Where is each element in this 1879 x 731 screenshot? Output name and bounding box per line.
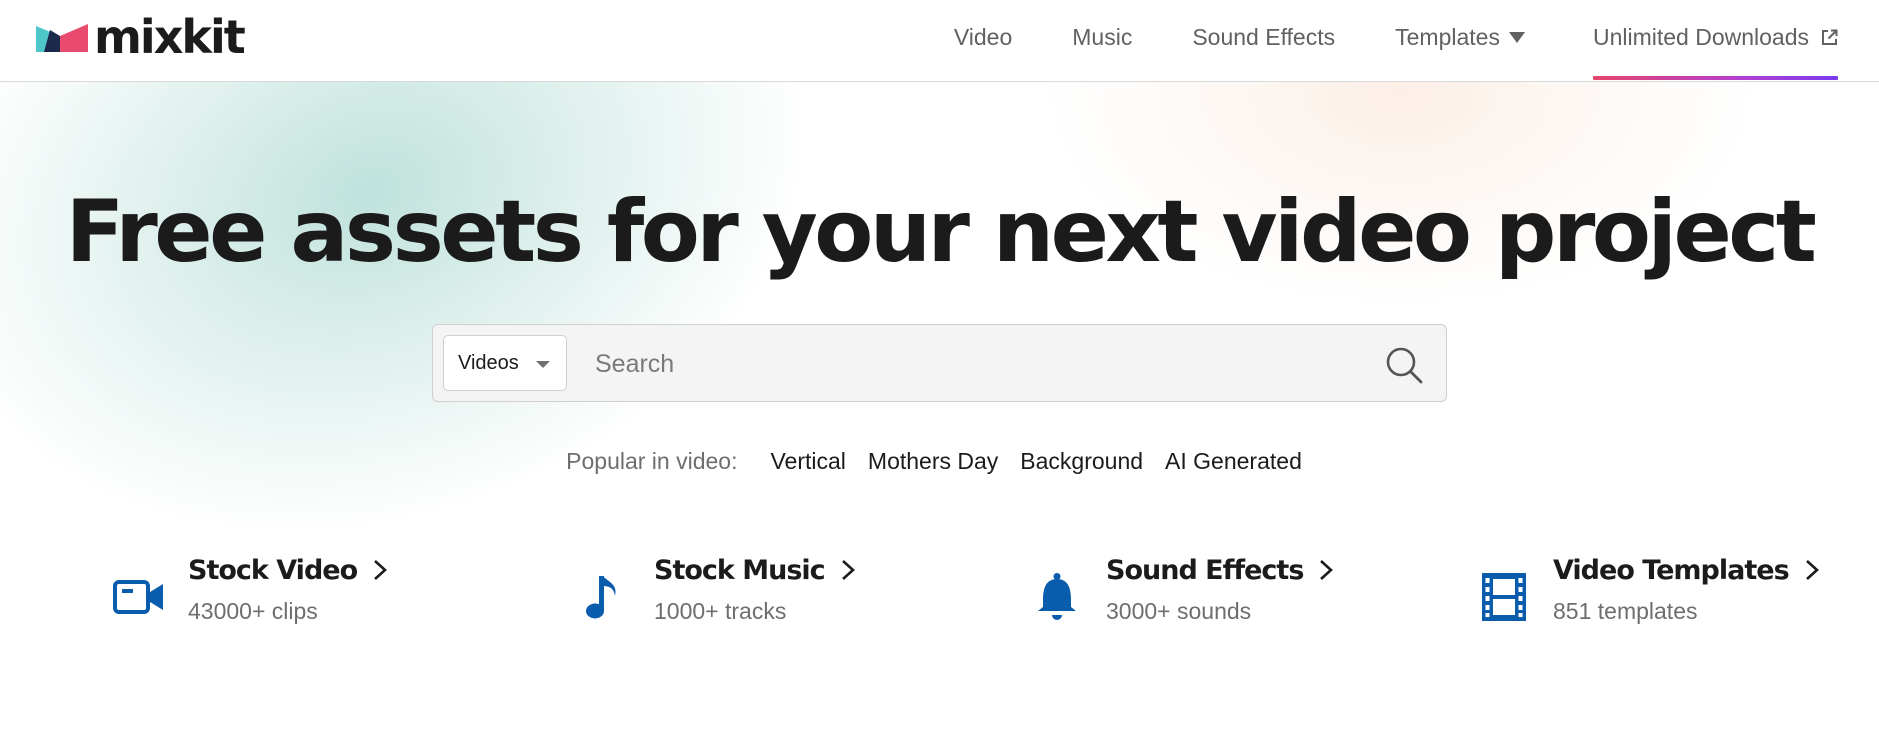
nav-label: Video [953,23,1013,50]
hero-section: Free assets for your next video project … [0,82,1879,731]
category-sound-effects[interactable]: Sound Effects 3000+ sounds [1030,550,1335,640]
search-category-label: Videos [458,351,519,374]
logo-wordmark: mixkit [94,10,246,64]
nav-item-unlimited-downloads[interactable]: Unlimited Downloads [1555,0,1838,80]
search-category-select[interactable]: Videos [443,335,567,391]
popular-searches: Popular in video: Vertical Mothers Day B… [0,446,1879,476]
video-camera-icon [113,580,163,614]
popular-tag-ai-generated[interactable]: AI Generated [1165,446,1302,476]
popular-tag-background[interactable]: Background [1020,446,1143,476]
chevron-down-icon [536,361,550,368]
main-nav: Video Music Sound Effects Templates Unli… [924,0,1838,81]
category-text: Video Templates 851 templates [1553,550,1821,625]
nav-label: Music [1072,23,1133,50]
category-count: 851 templates [1553,598,1698,624]
popular-tag-mothers-day[interactable]: Mothers Day [868,446,998,476]
category-title: Stock Music [654,554,826,586]
category-stock-video[interactable]: Stock Video 43000+ clips [112,550,389,640]
search-icon[interactable] [1384,345,1424,385]
chevron-right-icon [1320,560,1334,580]
category-text: Sound Effects 3000+ sounds [1106,550,1335,625]
bell-icon [1038,573,1076,620]
nav-item-video[interactable]: Video [924,0,1042,74]
category-count: 1000+ tracks [654,598,787,624]
category-title-row: Sound Effects [1106,550,1335,590]
nav-item-templates[interactable]: Templates [1365,0,1555,74]
external-link-icon [1822,29,1838,45]
category-title-row: Stock Video [188,550,389,590]
nav-label: Unlimited Downloads [1592,23,1809,50]
search-input[interactable] [593,337,1357,391]
logo-mark-icon [36,24,88,52]
logo-link[interactable]: mixkit [36,10,246,64]
film-strip-icon [1482,573,1526,621]
caret-down-icon [1508,31,1525,43]
nav-label: Sound Effects [1192,23,1336,50]
chevron-right-icon [1805,560,1819,580]
category-text: Stock Video 43000+ clips [188,550,389,625]
category-count: 43000+ clips [188,598,318,624]
category-title-row: Video Templates [1553,550,1821,590]
category-video-templates[interactable]: Video Templates 851 templates [1477,550,1821,640]
category-text: Stock Music 1000+ tracks [654,550,857,625]
search-bar: Videos [432,324,1447,402]
nav-item-sound-effects[interactable]: Sound Effects [1162,0,1365,74]
nav-item-music[interactable]: Music [1042,0,1162,74]
category-title: Sound Effects [1106,554,1304,586]
category-title: Stock Video [188,554,358,586]
nav-label: Templates [1395,23,1500,50]
nav-active-underline [1592,76,1838,80]
page: mixkit Video Music Sound Effects Templat… [0,0,1879,731]
chevron-right-icon [374,560,388,580]
popular-label: Popular in video: [566,448,738,474]
music-note-icon [586,576,616,619]
category-count: 3000+ sounds [1106,598,1252,624]
site-header: mixkit Video Music Sound Effects Templat… [0,0,1879,82]
category-stock-music[interactable]: Stock Music 1000+ tracks [578,550,857,640]
popular-tag-vertical[interactable]: Vertical [770,446,845,476]
hero-headline: Free assets for your next video project [65,182,1817,282]
chevron-right-icon [841,560,855,580]
category-title-row: Stock Music [654,550,857,590]
category-title: Video Templates [1553,554,1790,586]
